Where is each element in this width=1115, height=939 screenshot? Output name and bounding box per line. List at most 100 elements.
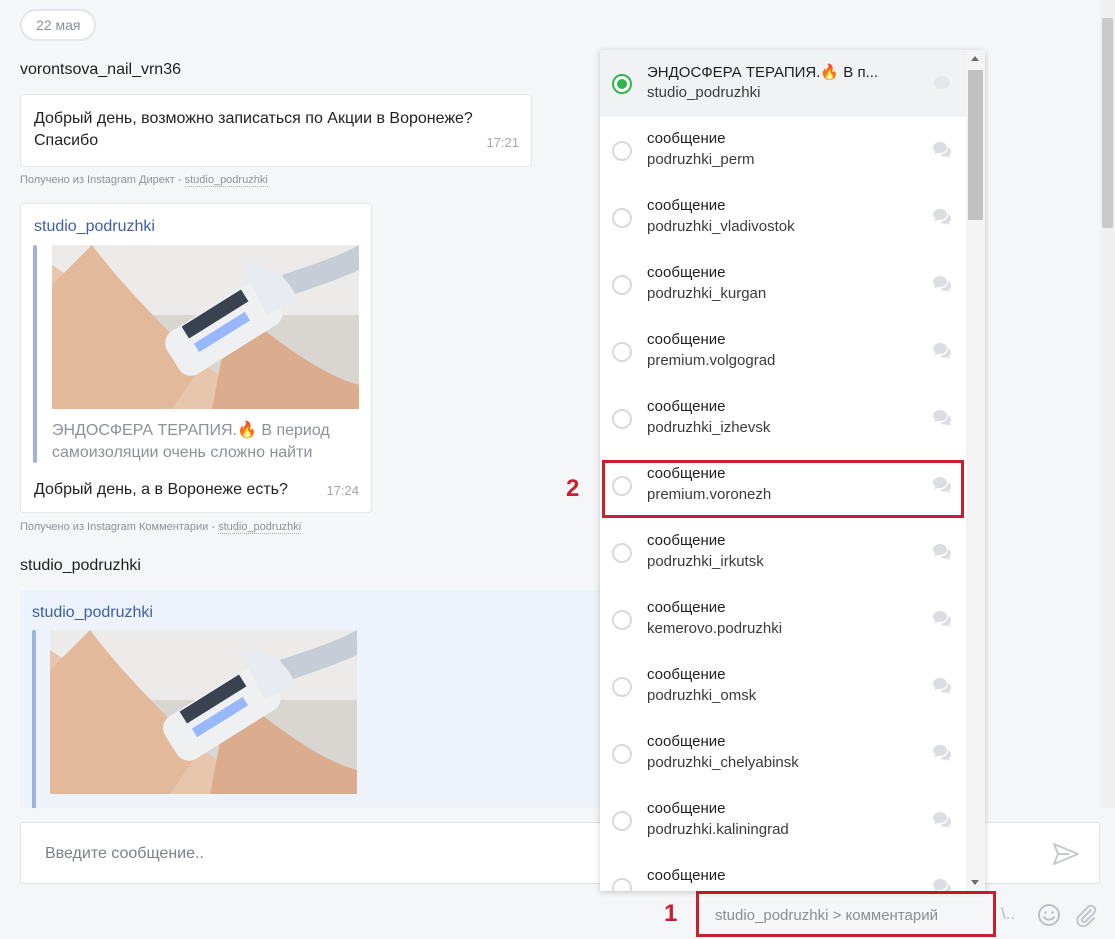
comments-icon	[933, 142, 951, 158]
message-time: 17:21	[486, 135, 519, 150]
recipient-option-title: сообщение	[647, 264, 726, 281]
recipient-option-title: сообщение	[647, 197, 726, 214]
recipient-option[interactable]: сообщение podruzhki_vladivostok	[600, 184, 966, 251]
recipient-option-account: studio_podruzhki	[647, 84, 761, 101]
recipient-option-account: podruzhki_irkutsk	[647, 553, 764, 570]
recipient-option[interactable]: сообщение podruzhki_irkutsk	[600, 519, 966, 586]
chat-scrollbar[interactable]	[1100, 0, 1115, 808]
source-prefix: Получено из Instagram Директ -	[20, 174, 185, 186]
recipient-option[interactable]: сообщение podruzhki_kurgan	[600, 251, 966, 318]
comments-icon	[933, 611, 951, 627]
dropdown-scrollbar-thumb[interactable]	[968, 70, 983, 220]
recipient-option-title: сообщение	[647, 733, 726, 750]
channel-selector-label: studio_podruzhki > комментарий	[715, 907, 938, 924]
highlight-box-2	[602, 460, 964, 518]
message-bubble: Добрый день, возможно записаться по Акци…	[20, 94, 532, 167]
radio-button[interactable]	[612, 543, 632, 563]
app-window: 22 мая vorontsova_nail_vrn36 Добрый день…	[0, 0, 1115, 939]
recipient-option-account: podruzhki_izhevsk	[647, 419, 771, 436]
comments-icon	[933, 209, 951, 225]
recipient-option[interactable]: сообщение podruzhki_izhevsk	[600, 385, 966, 452]
message-sender: studio_podruzhki	[20, 557, 141, 574]
message-text: Добрый день, а в Воронеже есть?	[34, 481, 288, 498]
send-icon[interactable]	[1051, 839, 1081, 869]
scroll-down-arrow[interactable]	[971, 880, 979, 885]
comments-icon	[933, 544, 951, 560]
dropdown-scrollbar[interactable]	[966, 50, 985, 891]
quick-replies-icon[interactable]: \..	[1001, 904, 1015, 924]
comments-icon	[933, 678, 951, 694]
recipient-option-title: сообщение	[647, 599, 726, 616]
radio-button[interactable]	[612, 677, 632, 697]
radio-button[interactable]	[612, 74, 632, 94]
comments-icon	[933, 812, 951, 828]
radio-button[interactable]	[612, 744, 632, 764]
comments-icon	[933, 745, 951, 761]
recipient-option[interactable]: сообщение podruzhki_chelyabinsk	[600, 720, 966, 787]
message-source: Получено из Instagram Комментарии - stud…	[20, 521, 302, 534]
radio-button[interactable]	[612, 275, 632, 295]
message-sender: vorontsova_nail_vrn36	[20, 61, 181, 78]
quote-author-link[interactable]: studio_podruzhki	[32, 604, 153, 622]
recipient-option-account: podruzhki_omsk	[647, 687, 757, 704]
source-channel-link[interactable]: studio_podruzhki	[184, 174, 268, 187]
recipient-option[interactable]: ЭНДОСФЕРА ТЕРАПИЯ.🔥 В п... studio_podruzh…	[600, 50, 966, 117]
annotation-marker-2: 2	[566, 475, 580, 502]
quote-bar	[32, 630, 36, 808]
recipient-option[interactable]: сообщение podruzhki_perm	[600, 117, 966, 184]
composer-footer: 1 studio_podruzhki > комментарий \..	[0, 884, 1115, 939]
radio-button[interactable]	[612, 811, 632, 831]
recipient-option-account: podruzhki_chelyabinsk	[647, 754, 799, 771]
quote-text: ЭНДОСФЕРА ТЕРАПИЯ.🔥 В период самоизоляци…	[52, 422, 330, 461]
comments-icon	[933, 879, 951, 891]
radio-button[interactable]	[612, 141, 632, 161]
recipient-option-account: kemerovo.podruzhki	[647, 620, 783, 637]
post-photo[interactable]	[50, 630, 357, 794]
recipient-option-title: ЭНДОСФЕРА ТЕРАПИЯ.🔥 В п...	[647, 64, 879, 81]
chat-scrollbar-thumb[interactable]	[1102, 18, 1113, 228]
recipient-option[interactable]: сообщение	[600, 854, 966, 891]
emoji-icon[interactable]	[1037, 903, 1061, 927]
outgoing-message-bubble: studio_podruzhki	[20, 590, 620, 808]
quote-bar	[33, 245, 37, 463]
scroll-up-arrow[interactable]	[971, 56, 979, 61]
post-photo-image	[52, 245, 359, 409]
channel-selector[interactable]: studio_podruzhki > комментарий	[696, 891, 996, 937]
recipient-option-title: сообщение	[647, 867, 726, 884]
recipient-option[interactable]: сообщение premium.volgograd	[600, 318, 966, 385]
recipient-option-title: сообщение	[647, 532, 726, 549]
recipient-option-title: сообщение	[647, 331, 726, 348]
recipient-option-account: podruzhki.kaliningrad	[647, 821, 789, 838]
recipient-option[interactable]: сообщение podruzhki_omsk	[600, 653, 966, 720]
radio-button[interactable]	[612, 208, 632, 228]
post-photo[interactable]	[52, 245, 359, 409]
annotation-marker-1: 1	[664, 900, 678, 927]
radio-button[interactable]	[612, 409, 632, 429]
recipient-option-account: premium.volgograd	[647, 352, 776, 369]
comments-icon	[933, 343, 951, 359]
date-separator: 22 мая	[20, 9, 97, 41]
recipient-option-account: podruzhki_kurgan	[647, 285, 767, 302]
recipient-option-title: сообщение	[647, 130, 726, 147]
source-prefix: Получено из Instagram Комментарии -	[20, 521, 219, 533]
recipient-option[interactable]: сообщение podruzhki.kaliningrad	[600, 787, 966, 854]
source-channel-link[interactable]: studio_podruzhki	[218, 521, 302, 534]
post-photo-image	[50, 630, 357, 794]
radio-button[interactable]	[612, 610, 632, 630]
recipient-option-title: сообщение	[647, 666, 726, 683]
radio-button[interactable]	[612, 342, 632, 362]
quote-author-link[interactable]: studio_podruzhki	[34, 218, 155, 236]
recipient-option-account: podruzhki_perm	[647, 151, 755, 168]
recipient-option-title: сообщение	[647, 398, 726, 415]
comments-icon	[933, 410, 951, 426]
recipient-option-title: сообщение	[647, 800, 726, 817]
recipient-option-account: podruzhki_vladivostok	[647, 218, 795, 235]
comment-icon	[934, 76, 950, 91]
message-bubble: studio_podruzhki ЭНДОСФЕРА ТЕРАПИЯ.🔥 В п…	[20, 203, 372, 513]
radio-button[interactable]	[612, 878, 632, 891]
attach-icon[interactable]	[1074, 903, 1098, 927]
recipient-option[interactable]: сообщение kemerovo.podruzhki	[600, 586, 966, 653]
comments-icon	[933, 276, 951, 292]
message-source: Получено из Instagram Директ - studio_po…	[20, 174, 268, 187]
message-time: 17:24	[326, 483, 359, 498]
